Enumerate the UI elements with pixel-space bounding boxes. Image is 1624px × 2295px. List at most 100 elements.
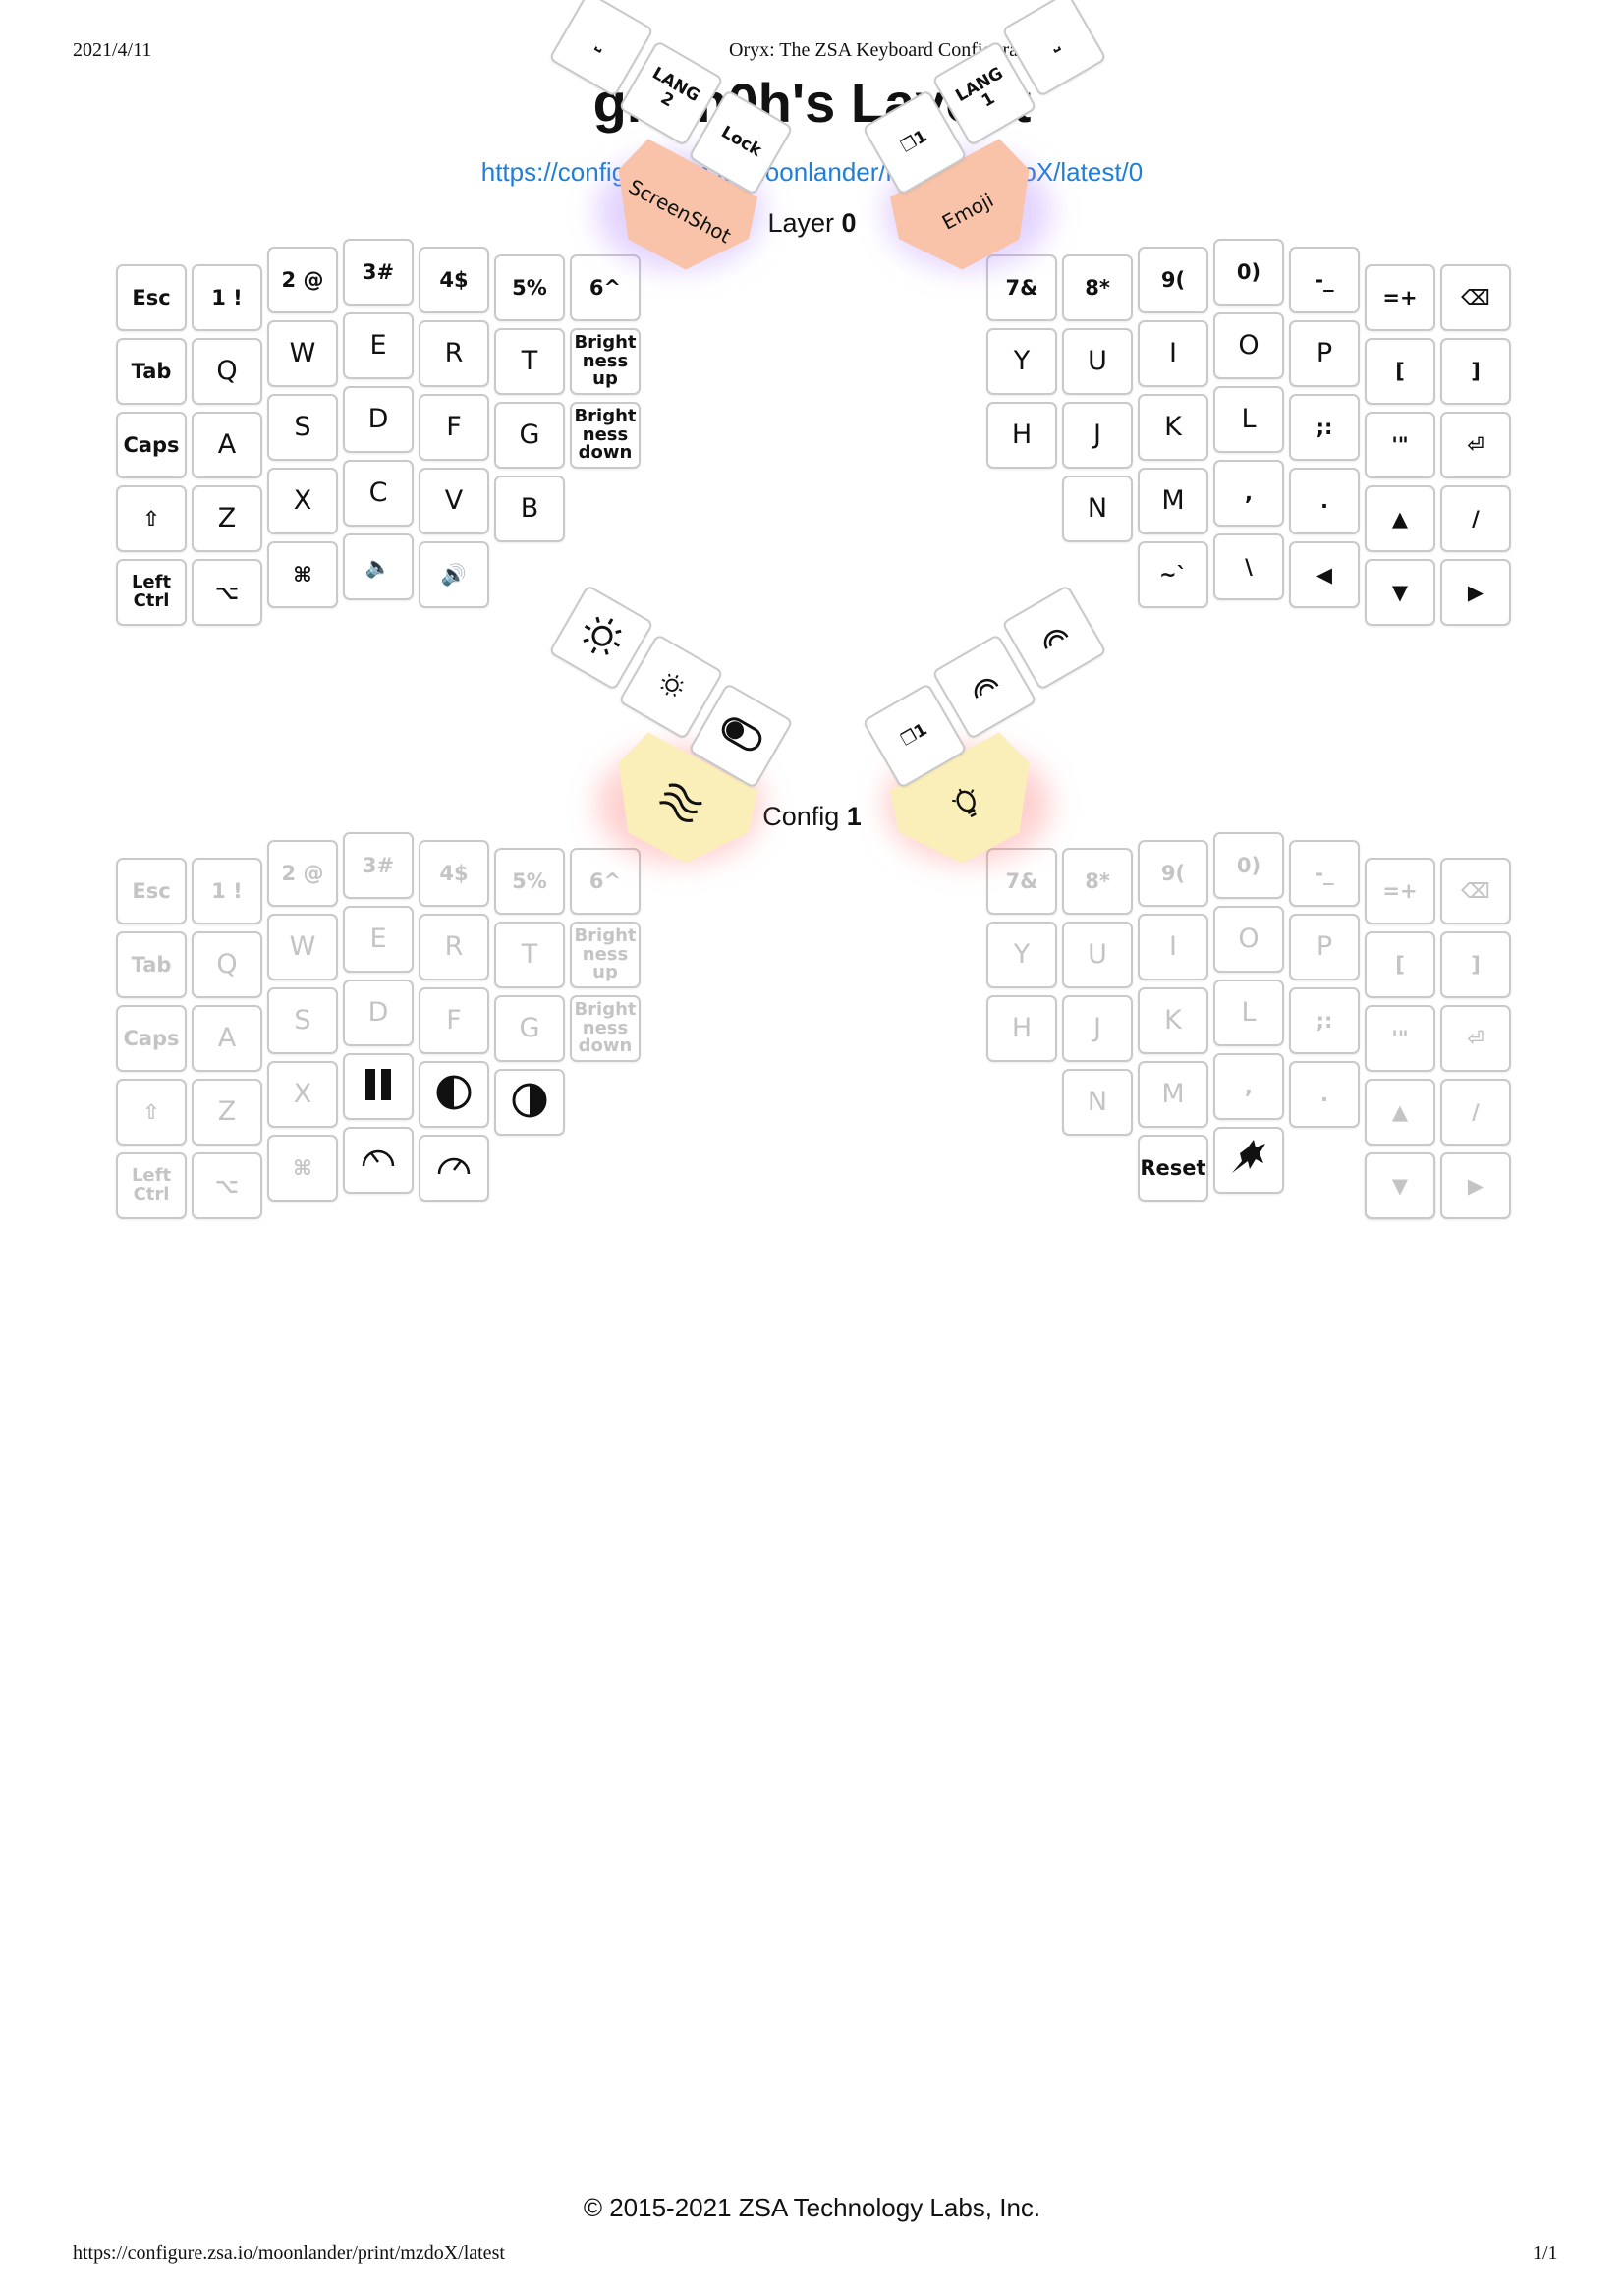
key-left-row2-1-label: A [217, 1022, 237, 1053]
key-right-row4-2: ▼ [1365, 1152, 1435, 1219]
speed-down-icon [359, 1139, 398, 1182]
key-right-row0-1: 8* [1062, 848, 1133, 915]
key-left-row3-2-label: X [293, 1078, 312, 1109]
key-left-row2-5: G [494, 995, 565, 1062]
key-left-row0-5: 5% [494, 848, 565, 915]
key-left-row0-5-label: 5% [512, 868, 547, 893]
key-left-row1-3-label: E [369, 923, 387, 954]
key-left-row2-4-label: F [446, 1004, 462, 1036]
key-left-icon-contrast-left-icon-1 [419, 1061, 489, 1128]
key-right-row4-3: ▶ [1440, 1152, 1511, 1219]
contrast-right-icon [510, 1081, 549, 1124]
contrast-left-icon [434, 1073, 474, 1116]
key-right-row1-0-label: Y [1013, 938, 1031, 970]
key-right-row1-3: O [1213, 906, 1284, 973]
key-left-row4-2-label: ⌘ [293, 1155, 312, 1180]
key-left-row2-1: A [192, 1005, 262, 1072]
key-left-icon-pause-icon-0 [343, 1053, 414, 1120]
bulb-icon [946, 781, 990, 829]
key-right-row4-0: Reset [1138, 1135, 1208, 1202]
key-right-row2-1: J [1062, 995, 1133, 1062]
key-right-row2-2: K [1138, 987, 1208, 1054]
speed-up-icon [434, 1147, 474, 1190]
key-right-row3-4: ▲ [1365, 1079, 1435, 1146]
key-right-row1-5-label: [ [1395, 952, 1405, 977]
toggle-icon [714, 710, 768, 760]
key-left-row1-5: T [494, 922, 565, 988]
key-right-row3-3-label: . [1320, 1082, 1328, 1106]
key-left-row2-6: Bright ness down [570, 995, 641, 1062]
key-right-row0-6: ⌫ [1440, 858, 1511, 924]
key-right-row3-5: / [1440, 1079, 1511, 1146]
key-left-row0-6-label: 6^ [588, 868, 622, 893]
key-left-row1-6: Bright ness up [570, 922, 641, 988]
layer-1-keyboard: Esc 1 ! 2 @ 3# 4$ 5% 6^ Tab Q W E R T Bright ness up C… [0, 0, 1624, 1219]
key-right-icon-zsa-logo-icon-0 [1213, 1127, 1284, 1194]
key-left-row0-2-label: 2 @ [281, 861, 324, 885]
key-left-row0-4: 4$ [419, 840, 489, 907]
page-number: 1/1 [1533, 2242, 1558, 2264]
key-left-row0-1: 1 ! [192, 858, 262, 924]
key-left-icon-speed-up-icon-1 [419, 1135, 489, 1202]
key-left-row2-6-label: Bright ness down [574, 998, 637, 1057]
key-right-row1-5: [ [1365, 931, 1435, 998]
rainbow-icon [965, 669, 1004, 705]
key-right-row2-0: H [986, 995, 1057, 1062]
key-right-row0-5-label: =+ [1382, 878, 1418, 903]
key-left-row0-4-label: 4$ [439, 861, 469, 885]
key-left-row0-3-label: 3# [362, 853, 395, 877]
key-left-row1-2-label: W [289, 930, 316, 962]
key-left-row1-3: E [343, 906, 414, 973]
key-right-row0-3-label: 0) [1236, 853, 1261, 877]
key-left-row1-4-label: R [444, 930, 464, 962]
key-left-row0-0: Esc [116, 858, 187, 924]
brightness-down-icon [651, 666, 691, 707]
key-right-row1-6: ] [1440, 931, 1511, 998]
key-right-row2-3-label: L [1241, 996, 1257, 1028]
key-right-row1-1: U [1062, 922, 1133, 988]
key-right-row3-4-label: ▲ [1391, 1099, 1409, 1124]
key-right-row1-6-label: ] [1471, 952, 1481, 977]
key-left-row4-1-label: ⌥ [214, 1173, 240, 1198]
key-right-row2-5: '" [1365, 1005, 1435, 1072]
key-left-icon-speed-down-icon-0 [343, 1127, 414, 1194]
key-right-row2-2-label: K [1164, 1004, 1182, 1036]
key-right-row0-5: =+ [1365, 858, 1435, 924]
key-right-row3-0-label: N [1087, 1086, 1108, 1117]
key-right-row1-0: Y [986, 922, 1057, 988]
copyright: © 2015-2021 ZSA Technology Labs, Inc. [583, 2193, 1041, 2222]
key-right-row3-3: . [1289, 1061, 1360, 1128]
key-left-row0-2: 2 @ [267, 840, 338, 907]
layer-1-title: Config 1 [0, 802, 1624, 832]
key-left-row2-4: F [419, 987, 489, 1054]
key-right-row2-0-label: H [1011, 1012, 1033, 1043]
key-right-row3-1: M [1138, 1061, 1208, 1128]
key-left-row2-0: Caps [116, 1005, 187, 1072]
key-left-row3-1: Z [192, 1079, 262, 1146]
key-left-row4-0-label: Left Ctrl [131, 1165, 172, 1204]
key-right-row0-4: -_ [1289, 840, 1360, 907]
key-left-row1-4: R [419, 914, 489, 980]
key-left-row4-0: Left Ctrl [116, 1152, 187, 1219]
pause-icon [359, 1065, 398, 1108]
key-right-row4-2-label: ▼ [1391, 1173, 1409, 1198]
key-right-row1-3-label: O [1238, 923, 1260, 954]
key-right-row0-2: 9( [1138, 840, 1208, 907]
key-left-row0-6: 6^ [570, 848, 641, 915]
key-right-row4-3-label: ▶ [1467, 1173, 1484, 1198]
key-left-row2-2-label: S [294, 1004, 311, 1036]
key-right-row3-1-label: M [1161, 1078, 1185, 1109]
key-right-row1-2: I [1138, 914, 1208, 980]
key-right-row1-1-label: U [1088, 938, 1107, 970]
key-left-row1-5-label: T [521, 938, 538, 970]
key-right-row2-1-label: J [1093, 1012, 1101, 1043]
key-left-row1-1-label: Q [216, 948, 238, 980]
print-url: https://configure.zsa.io/moonlander/prin… [73, 2242, 505, 2264]
key-right-row1-4-label: P [1316, 930, 1333, 962]
key-left-row1-0-label: Tab [131, 952, 172, 977]
key-right-row1-2-label: I [1169, 930, 1177, 962]
key-right-row3-2-label: , [1245, 1074, 1253, 1098]
key-right-row2-6-label: ⏎ [1467, 1026, 1484, 1050]
key-left-row2-5-label: G [519, 1012, 540, 1043]
key-left-row1-2: W [267, 914, 338, 980]
